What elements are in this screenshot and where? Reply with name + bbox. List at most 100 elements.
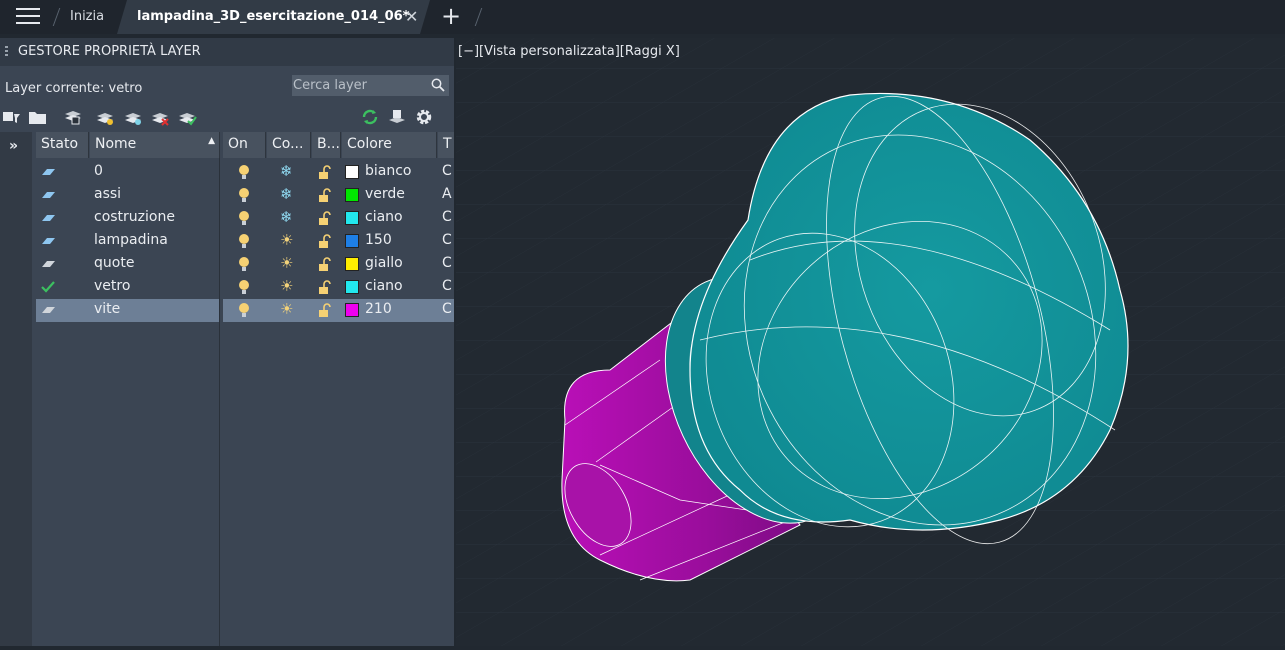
lightbulb-on-icon[interactable]	[237, 187, 251, 204]
color-swatch[interactable]	[345, 188, 359, 202]
search-icon[interactable]	[431, 78, 445, 92]
layer-row[interactable]: vetro	[36, 276, 219, 299]
color-swatch[interactable]	[345, 257, 359, 271]
viewport-controls-label[interactable]: [−][Vista personalizzata][Raggi X]	[458, 44, 680, 59]
layer-name[interactable]: quote	[94, 255, 134, 271]
layer-properties-row[interactable]: ☀ 150 C	[223, 230, 454, 253]
freeze-icon[interactable]: ☀	[280, 231, 293, 249]
color-name[interactable]: verde	[365, 186, 405, 202]
linetype-value[interactable]: C	[442, 255, 452, 271]
drawing-viewport[interactable]	[456, 38, 1285, 646]
unlocked-padlock-icon[interactable]	[318, 257, 332, 272]
tab-active-label[interactable]: lampadina_3D_esercitazione_014_06*	[137, 9, 409, 24]
lightbulb-on-icon[interactable]	[237, 164, 251, 181]
color-name[interactable]: bianco	[365, 163, 412, 179]
freeze-icon[interactable]: ☀	[280, 300, 293, 318]
color-name[interactable]: giallo	[365, 255, 403, 271]
folder-icon[interactable]	[28, 108, 48, 126]
layer-properties-row[interactable]: ☀ 210 C	[223, 299, 454, 322]
layer-translator-icon[interactable]	[387, 108, 407, 126]
expand-filters-icon[interactable]: »	[9, 138, 18, 154]
color-name[interactable]: 210	[365, 301, 392, 317]
col-header-stato[interactable]: Stato	[36, 132, 89, 158]
layer-properties-row[interactable]: ❄ verde A	[223, 184, 454, 207]
layer-name[interactable]: costruzione	[94, 209, 175, 225]
layer-status-icon[interactable]	[40, 305, 56, 315]
color-swatch[interactable]	[345, 211, 359, 225]
linetype-value[interactable]: C	[442, 232, 452, 248]
layer-name[interactable]: lampadina	[94, 232, 168, 248]
viewport-canvas[interactable]	[456, 38, 1285, 646]
linetype-value[interactable]: C	[442, 209, 452, 225]
layer-name[interactable]: vite	[94, 301, 120, 317]
layer-row[interactable]: vite	[36, 299, 219, 322]
search-box[interactable]	[292, 75, 449, 96]
color-swatch[interactable]	[345, 280, 359, 294]
lightbulb-on-icon[interactable]	[237, 302, 251, 319]
unlocked-padlock-icon[interactable]	[318, 211, 332, 226]
col-header-congela[interactable]: Co...	[267, 132, 311, 158]
color-name[interactable]: ciano	[365, 209, 403, 225]
color-name[interactable]: 150	[365, 232, 392, 248]
tab-home[interactable]: Inizia	[70, 9, 104, 24]
delete-layer-icon[interactable]	[150, 108, 170, 126]
menu-icon[interactable]	[16, 8, 40, 26]
layer-status-icon[interactable]	[40, 167, 56, 177]
current-layer-check-icon[interactable]	[40, 280, 56, 294]
search-input[interactable]	[293, 76, 428, 95]
color-swatch[interactable]	[345, 165, 359, 179]
layer-row[interactable]: assi	[36, 184, 219, 207]
freeze-icon[interactable]: ☀	[280, 254, 293, 272]
layer-row[interactable]: costruzione	[36, 207, 219, 230]
layer-status-icon[interactable]	[40, 236, 56, 246]
unlocked-padlock-icon[interactable]	[318, 303, 332, 318]
refresh-icon[interactable]	[360, 108, 380, 126]
color-swatch[interactable]	[345, 303, 359, 317]
lightbulb-on-icon[interactable]	[237, 256, 251, 273]
col-header-colore[interactable]: Colore	[342, 132, 437, 158]
layer-status-icon[interactable]	[40, 190, 56, 200]
col-header-tipolinea[interactable]: T	[438, 132, 454, 158]
freeze-icon[interactable]: ❄	[280, 185, 293, 203]
new-group-filter-icon[interactable]	[2, 108, 22, 126]
unlocked-padlock-icon[interactable]	[318, 280, 332, 295]
linetype-value[interactable]: A	[442, 186, 452, 202]
col-header-blocca[interactable]: B...	[312, 132, 341, 158]
layer-name[interactable]: vetro	[94, 278, 130, 294]
linetype-value[interactable]: C	[442, 163, 452, 179]
layer-row[interactable]: quote	[36, 253, 219, 276]
freeze-icon[interactable]: ☀	[280, 277, 293, 295]
lightbulb-on-icon[interactable]	[237, 233, 251, 250]
new-layer-icon[interactable]	[95, 108, 115, 126]
layer-status-icon[interactable]	[40, 259, 56, 269]
linetype-value[interactable]: C	[442, 301, 452, 317]
settings-gear-icon[interactable]	[414, 108, 434, 126]
freeze-icon[interactable]: ❄	[280, 208, 293, 226]
freeze-icon[interactable]: ❄	[280, 162, 293, 180]
new-layer-frozen-icon[interactable]	[123, 108, 143, 126]
layer-properties-row[interactable]: ☀ ciano C	[223, 276, 454, 299]
grip-icon[interactable]	[5, 46, 8, 58]
lightbulb-on-icon[interactable]	[237, 279, 251, 296]
unlocked-padlock-icon[interactable]	[318, 165, 332, 180]
layer-row[interactable]: 0	[36, 161, 219, 184]
layer-row[interactable]: lampadina	[36, 230, 219, 253]
layer-status-icon[interactable]	[40, 213, 56, 223]
color-swatch[interactable]	[345, 234, 359, 248]
layer-states-icon[interactable]	[63, 108, 83, 126]
linetype-value[interactable]: C	[442, 278, 452, 294]
color-name[interactable]: ciano	[365, 278, 403, 294]
tab-close-icon[interactable]: ✕	[405, 7, 418, 26]
unlocked-padlock-icon[interactable]	[318, 188, 332, 203]
layer-properties-row[interactable]: ❄ bianco C	[223, 161, 454, 184]
layer-properties-row[interactable]: ☀ giallo C	[223, 253, 454, 276]
layer-name[interactable]: assi	[94, 186, 121, 202]
lightbulb-on-icon[interactable]	[237, 210, 251, 227]
palette-title-bar[interactable]: GESTORE PROPRIETÀ LAYER	[0, 38, 454, 66]
col-header-nome[interactable]: Nome ▲	[90, 132, 220, 158]
new-tab-icon[interactable]: +	[441, 2, 461, 30]
col-header-on[interactable]: On	[223, 132, 266, 158]
layer-properties-row[interactable]: ❄ ciano C	[223, 207, 454, 230]
set-current-icon[interactable]	[177, 108, 197, 126]
unlocked-padlock-icon[interactable]	[318, 234, 332, 249]
